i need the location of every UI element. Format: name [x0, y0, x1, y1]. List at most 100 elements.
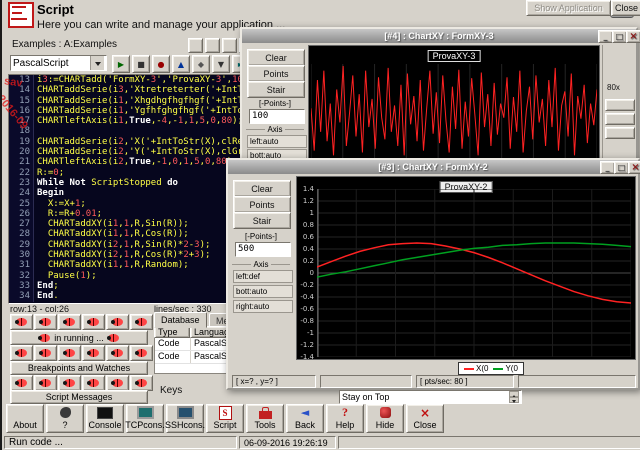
code-text: CHARTleftAxis(i2,True,-1,0,1,5,0,80); — [34, 157, 238, 167]
spinner[interactable] — [509, 391, 519, 403]
chevron-down-icon[interactable] — [90, 56, 104, 70]
line-number: 33 — [9, 281, 34, 291]
toolbar-button-tools[interactable]: Tools — [246, 404, 284, 433]
side-button[interactable] — [605, 127, 635, 139]
ladybug-icon — [112, 349, 123, 357]
toolbar-button-console[interactable]: Console — [86, 404, 124, 433]
stair-button[interactable]: Stair — [247, 81, 305, 98]
toolbar-button-about[interactable]: About — [6, 404, 44, 433]
debug-bug-button[interactable] — [10, 375, 33, 391]
y-tick-label: 0.2 — [303, 257, 314, 265]
left-axis-field[interactable]: left:def — [233, 270, 293, 283]
debug-bug-button[interactable] — [10, 345, 33, 361]
tab-database[interactable]: Database — [154, 312, 207, 328]
points-button[interactable]: Points — [247, 65, 305, 82]
code-text: CHARTaddXY(i2,1,R,Cos(R)*2+3); — [34, 250, 210, 260]
script-messages-bar[interactable]: Script Messages — [10, 390, 148, 404]
code-text: R:=0; — [34, 168, 64, 178]
line-number: 17 — [9, 116, 34, 126]
line-number: 26 — [9, 209, 34, 219]
debug-bug-button[interactable] — [34, 375, 57, 391]
chart-window-formxy2[interactable]: [#3] : ChartXY : FormXY-2 Clear Points S… — [226, 158, 640, 390]
debug-bug-button[interactable] — [106, 345, 129, 361]
breakpoints-bar[interactable]: Breakpoints and Watches — [10, 361, 148, 375]
debug-bug-button[interactable] — [130, 345, 153, 361]
down-icon: ▼ — [218, 60, 224, 69]
window-title: [#4] : ChartXY : FormXY-3 — [384, 31, 493, 41]
breakpoint-buttons-row — [10, 345, 153, 361]
debug-bug-button[interactable] — [10, 314, 33, 330]
clear-button[interactable]: Clear — [233, 180, 291, 197]
desktop: Script Here you can write and manage you… — [0, 0, 640, 450]
side-button[interactable] — [605, 99, 635, 111]
example-button[interactable] — [222, 38, 237, 53]
down-button[interactable]: ▼ — [212, 55, 230, 73]
debug-bug-button[interactable] — [58, 345, 81, 361]
footer-toolbar: About?ConsoleTCPcons.SSHcons.ScriptTools… — [6, 404, 444, 433]
left-axis-field[interactable]: left:auto — [247, 135, 307, 148]
chart-window-formxy3[interactable]: [#4] : ChartXY : FormXY-3 Clear Points S… — [240, 27, 638, 172]
chart-canvas-formxy2[interactable]: ProvaXY-2 1.41.210.80.60.40.20-0.2-0.4-0… — [296, 176, 636, 360]
stop-button[interactable]: ■ — [132, 55, 150, 73]
monitor2-icon — [177, 406, 194, 419]
window-titlebar[interactable]: [#4] : ChartXY : FormXY-3 — [242, 29, 636, 43]
chart-canvas-formxy3[interactable]: ProvaXY-3 0.511.522.533.544.55 — [308, 45, 600, 172]
points-count-input[interactable]: 100 — [249, 109, 305, 124]
debug-bug-button[interactable] — [34, 314, 57, 330]
minimize-button[interactable] — [600, 161, 615, 174]
toolbar-button-tcpcons[interactable]: TCPcons. — [126, 404, 164, 433]
up-button[interactable]: ▲ — [172, 55, 190, 73]
example-button[interactable] — [188, 38, 203, 53]
side-button[interactable] — [605, 113, 635, 125]
language-select[interactable]: PascalScript — [10, 55, 107, 71]
window-titlebar[interactable]: [#3] : ChartXY : FormXY-2 — [228, 160, 638, 174]
debug-bug-button[interactable] — [82, 375, 105, 391]
ladybug-icon — [64, 379, 75, 387]
minimize-button[interactable] — [598, 30, 613, 43]
bottom-axis-field[interactable]: bott:auto — [233, 285, 293, 298]
debug-bug-button[interactable] — [58, 375, 81, 391]
points-button[interactable]: Points — [233, 196, 291, 213]
record-icon: ● — [158, 60, 165, 69]
toolbar-button-back[interactable]: Back — [286, 404, 324, 433]
maximize-button[interactable] — [612, 30, 627, 43]
debug-bug-button[interactable] — [130, 375, 153, 391]
record-button[interactable]: ● — [152, 55, 170, 73]
ladybug-icon — [108, 334, 119, 342]
in-running-bar[interactable]: in running ... — [10, 330, 148, 345]
maximize-button[interactable] — [614, 161, 629, 174]
code-text: End. — [34, 291, 59, 301]
debug-bug-button[interactable] — [106, 375, 129, 391]
toolbar-button-sshcons[interactable]: SSHcons. — [166, 404, 204, 433]
side-panel: 80x — [602, 45, 637, 172]
stair-button[interactable]: Stair — [233, 212, 291, 229]
debug-bug-button[interactable] — [130, 314, 153, 330]
debug-bug-button[interactable] — [82, 345, 105, 361]
debug-bug-button[interactable] — [34, 345, 57, 361]
toolbar-button-close[interactable]: Close — [406, 404, 444, 433]
toolbar-button-[interactable]: ? — [46, 404, 84, 433]
spin-down-icon[interactable] — [509, 397, 519, 403]
toolbar-button-script[interactable]: Script — [206, 404, 244, 433]
clear-button[interactable]: Clear — [247, 49, 305, 66]
close-application-button[interactable]: Close — [611, 0, 640, 16]
line-number: 29 — [9, 240, 34, 250]
ladybug-icon — [88, 318, 99, 326]
points-count-input[interactable]: 500 — [235, 242, 291, 257]
close-button[interactable] — [628, 161, 640, 174]
example-button[interactable] — [205, 38, 220, 53]
debug-bug-button[interactable] — [82, 314, 105, 330]
close-button[interactable] — [626, 30, 640, 43]
debug-bug-button[interactable] — [106, 314, 129, 330]
toolbar-button-label: About — [13, 420, 37, 431]
right-axis-field[interactable]: right:auto — [233, 300, 293, 313]
play-button[interactable]: ▶ — [112, 55, 130, 73]
stay-on-top-select[interactable]: Stay on Top — [339, 390, 522, 404]
debug-bug-button[interactable] — [58, 314, 81, 330]
back-icon — [301, 406, 309, 419]
toolbar-button-hide[interactable]: Hide — [366, 404, 404, 433]
diamond-button[interactable]: ◆ — [192, 55, 210, 73]
chart2-yticks: 1.41.210.80.60.40.20-0.2-0.4-0.6-0.8-1-1… — [297, 189, 315, 357]
line-number: 28 — [9, 229, 34, 239]
toolbar-button-help[interactable]: Help — [326, 404, 364, 433]
